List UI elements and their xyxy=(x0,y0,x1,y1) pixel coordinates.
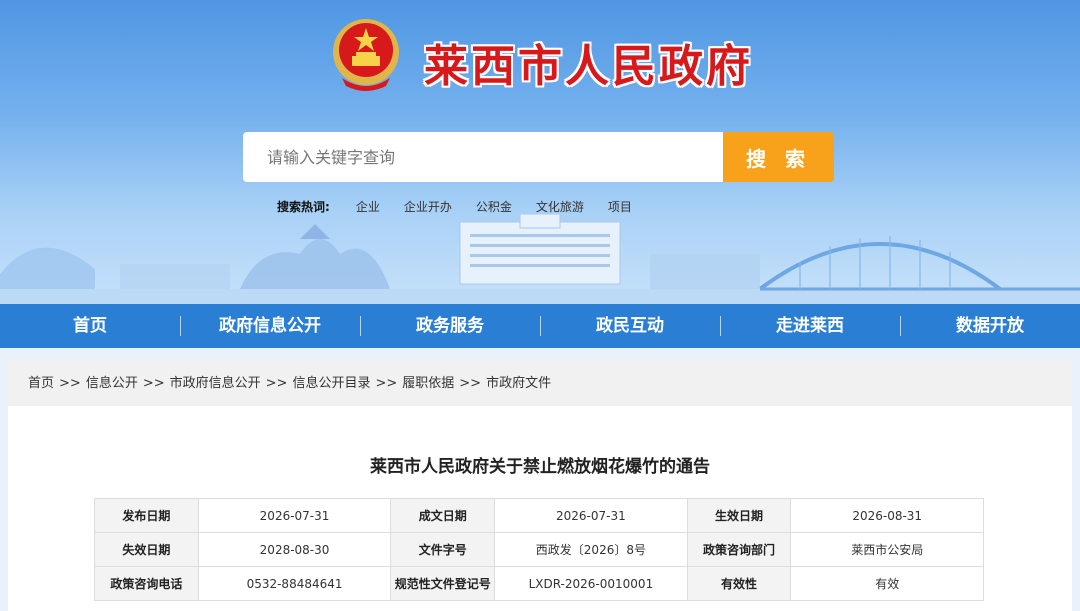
meta-key: 政策咨询部门 xyxy=(686,532,792,567)
document-meta-table: 发布日期 2026-07-31 成文日期 2026-07-31 生效日期 202… xyxy=(94,498,984,601)
nav-item-services[interactable]: 政务服务 xyxy=(360,304,540,348)
hot-word-link[interactable]: 企业 xyxy=(356,198,380,215)
main-nav: 首页 政府信息公开 政务服务 政民互动 走进莱西 数据开放 xyxy=(0,304,1080,348)
search-button[interactable]: 搜 索 xyxy=(723,132,834,182)
meta-value: 2028-08-30 xyxy=(197,532,392,567)
breadcrumb-link[interactable]: 市政府文件 xyxy=(486,376,551,391)
breadcrumb-link[interactable]: 市政府信息公开 xyxy=(170,376,261,391)
nav-item-interaction[interactable]: 政民互动 xyxy=(540,304,720,348)
meta-value: 2026-08-31 xyxy=(790,498,984,533)
header-banner: 莱西市人民政府 搜 索 搜索热词: 企业 企业开办 公积金 文化旅游 项目 xyxy=(0,0,1080,304)
city-skyline-illustration xyxy=(0,214,1080,304)
meta-key: 政策咨询电话 xyxy=(94,566,199,601)
meta-key: 失效日期 xyxy=(94,532,199,567)
national-emblem-icon xyxy=(333,19,399,91)
meta-key: 有效性 xyxy=(686,566,792,601)
meta-value: 莱西市公安局 xyxy=(790,532,984,567)
hot-word-link[interactable]: 文化旅游 xyxy=(536,198,584,215)
hot-word-link[interactable]: 企业开办 xyxy=(404,198,452,215)
meta-value: LXDR-2026-0010001 xyxy=(494,566,688,601)
breadcrumb-separator: >> xyxy=(265,376,288,391)
table-row: 发布日期 2026-07-31 成文日期 2026-07-31 生效日期 202… xyxy=(94,498,984,533)
breadcrumb: 首页 >> 信息公开 >> 市政府信息公开 >> 信息公开目录 >> 履职依据 >> 市政府文件 xyxy=(8,360,1072,406)
breadcrumb-link[interactable]: 信息公开 xyxy=(86,376,138,391)
meta-key: 生效日期 xyxy=(686,498,792,533)
breadcrumb-separator: >> xyxy=(459,376,482,391)
meta-key: 规范性文件登记号 xyxy=(390,566,496,601)
table-row: 失效日期 2028-08-30 文件字号 西政发〔2026〕8号 政策咨询部门 … xyxy=(94,532,984,567)
table-row: 政策咨询电话 0532-88484641 规范性文件登记号 LXDR-2026-… xyxy=(94,566,984,601)
meta-value: 0532-88484641 xyxy=(197,566,392,601)
meta-value: 2026-07-31 xyxy=(197,498,392,533)
meta-value: 西政发〔2026〕8号 xyxy=(494,532,688,567)
breadcrumb-separator: >> xyxy=(375,376,398,391)
nav-item-about[interactable]: 走进莱西 xyxy=(720,304,900,348)
hot-word-link[interactable]: 公积金 xyxy=(476,198,512,215)
search-input[interactable] xyxy=(243,132,723,182)
nav-item-open-data[interactable]: 数据开放 xyxy=(900,304,1080,348)
meta-key: 成文日期 xyxy=(390,498,496,533)
nav-item-gov-info[interactable]: 政府信息公开 xyxy=(180,304,360,348)
breadcrumb-link[interactable]: 履职依据 xyxy=(402,376,454,391)
meta-value: 有效 xyxy=(790,566,984,601)
meta-key: 发布日期 xyxy=(94,498,199,533)
content-panel: 首页 >> 信息公开 >> 市政府信息公开 >> 信息公开目录 >> 履职依据 >> 市政府文件 莱… xyxy=(8,360,1072,611)
breadcrumb-separator: >> xyxy=(59,376,81,391)
nav-item-home[interactable]: 首页 xyxy=(0,304,180,348)
breadcrumb-link[interactable]: 首页 xyxy=(28,376,54,391)
hot-words-label: 搜索热词: xyxy=(277,200,330,214)
meta-key: 文件字号 xyxy=(390,532,496,567)
breadcrumb-link[interactable]: 信息公开目录 xyxy=(292,376,370,391)
site-title: 莱西市人民政府 xyxy=(424,41,753,92)
hot-word-link[interactable]: 项目 xyxy=(608,198,632,215)
hot-words-bar: 搜索热词: 企业 企业开办 公积金 文化旅游 项目 xyxy=(277,198,644,215)
document-title: 莱西市人民政府关于禁止燃放烟花爆竹的通告 xyxy=(370,457,710,477)
meta-value: 2026-07-31 xyxy=(494,498,688,533)
breadcrumb-separator: >> xyxy=(142,376,165,391)
